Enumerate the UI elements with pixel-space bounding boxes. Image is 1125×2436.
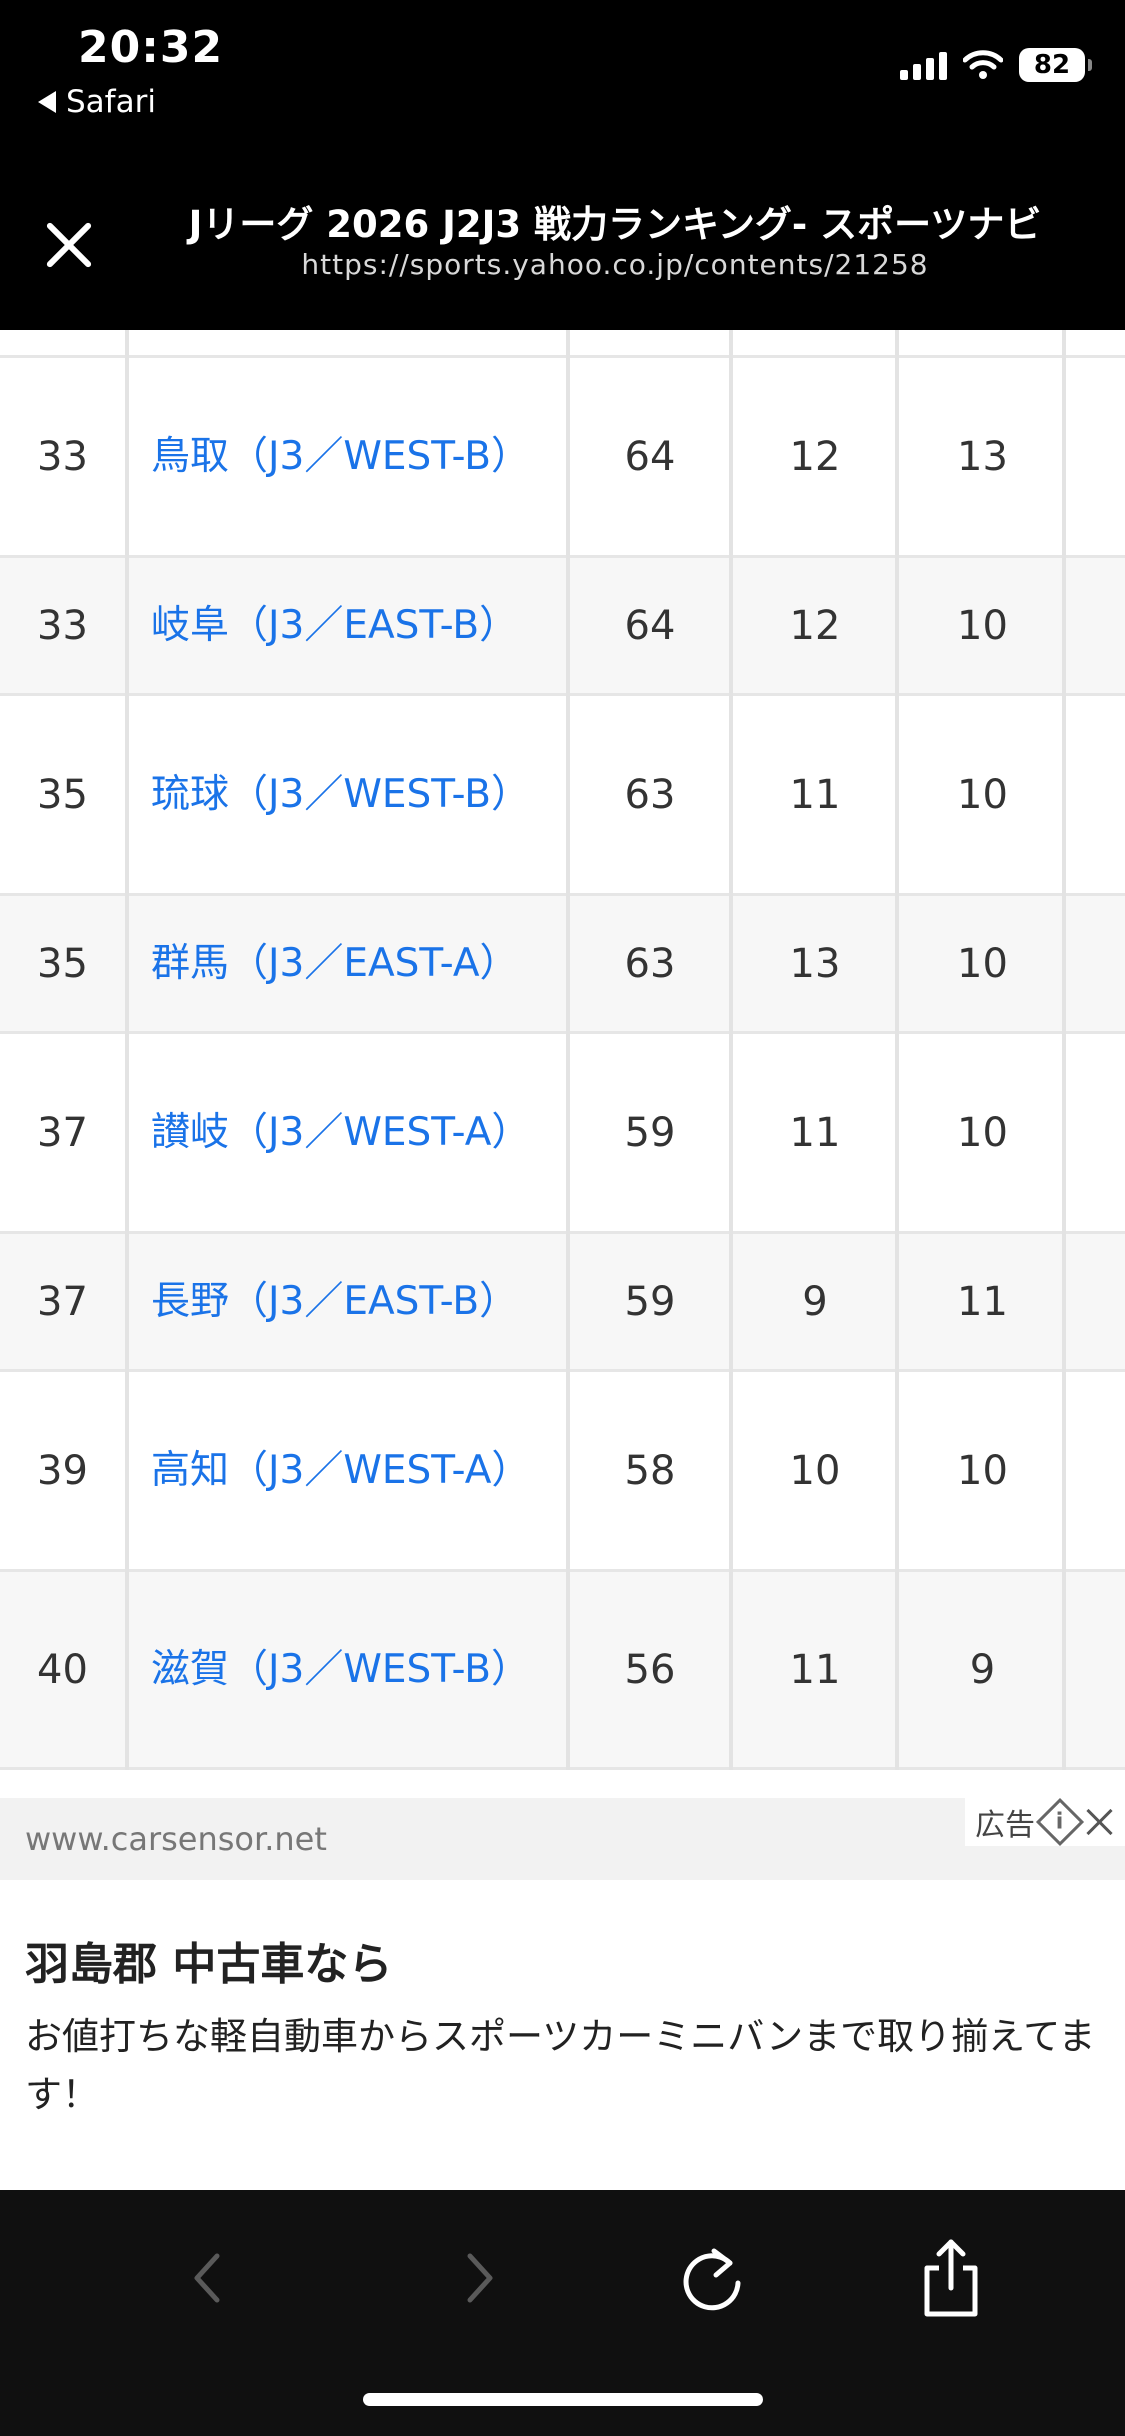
table-row: 35 琉球（J3／WEST-B） 63 11 10 bbox=[0, 696, 1125, 896]
rank-cell: 33 bbox=[37, 433, 88, 480]
value-cell: 12 bbox=[789, 433, 841, 480]
rank-cell: 37 bbox=[37, 1109, 88, 1156]
rank-cell: 35 bbox=[37, 940, 88, 987]
page-title: Jリーグ 2026 J2J3 戦力ランキング- スポーツナビ bbox=[188, 203, 1042, 246]
forward-button[interactable] bbox=[435, 2238, 525, 2318]
ad-close-icon[interactable] bbox=[1085, 1807, 1115, 1837]
value-cell: 11 bbox=[789, 1109, 841, 1156]
team-link[interactable]: 群馬（J3／EAST-A） bbox=[151, 896, 531, 1031]
wifi-icon bbox=[963, 50, 1003, 79]
table-row: 40 滋賀（J3／WEST-B） 56 11 9 bbox=[0, 1572, 1125, 1770]
reload-button[interactable] bbox=[668, 2238, 758, 2318]
back-button[interactable] bbox=[162, 2238, 252, 2318]
table-row: 35 群馬（J3／EAST-A） 63 13 10 bbox=[0, 896, 1125, 1034]
value-cell: 13 bbox=[957, 433, 1008, 480]
team-link[interactable]: 高知（J3／WEST-A） bbox=[151, 1372, 531, 1569]
rank-cell: 37 bbox=[37, 1278, 88, 1325]
page-url: https://sports.yahoo.co.jp/contents/2125… bbox=[301, 248, 929, 281]
column-divider bbox=[125, 330, 129, 1770]
value-cell: 11 bbox=[957, 1278, 1008, 1325]
ad-top-strip: www.carsensor.net 広告 i bbox=[0, 1797, 1125, 1880]
reload-icon bbox=[683, 2248, 741, 2311]
ad-domain: www.carsensor.net bbox=[25, 1820, 327, 1858]
back-app-label: Safari bbox=[66, 84, 156, 120]
ad-banner[interactable]: www.carsensor.net 広告 i 羽島郡 中古車なら お値打ちな軽自… bbox=[0, 1797, 1125, 2188]
table-row: 33 鳥取（J3／WEST-B） 64 12 13 bbox=[0, 358, 1125, 558]
value-cell: 11 bbox=[789, 1646, 841, 1693]
value-cell: 64 bbox=[624, 433, 676, 480]
value-cell: 9 bbox=[969, 1646, 996, 1693]
status-icons: 82 bbox=[900, 48, 1092, 82]
value-cell: 10 bbox=[957, 1109, 1008, 1156]
value-cell: 10 bbox=[957, 940, 1008, 987]
column-divider bbox=[895, 330, 899, 1770]
top-bar: 20:32 Safari 82 Jリーグ 2026 J2J3 戦力ランキング- … bbox=[0, 0, 1125, 330]
chevron-right-icon bbox=[467, 2253, 493, 2303]
value-cell: 10 bbox=[789, 1447, 841, 1494]
ad-info-icon[interactable]: i bbox=[1035, 1797, 1085, 1847]
value-cell: 10 bbox=[957, 1447, 1008, 1494]
table-row-partial bbox=[0, 330, 1125, 358]
cellular-signal-icon bbox=[900, 50, 947, 80]
share-button[interactable] bbox=[906, 2238, 996, 2318]
column-divider bbox=[566, 330, 570, 1770]
rank-cell: 35 bbox=[37, 771, 88, 818]
table-row: 33 岐阜（J3／EAST-B） 64 12 10 bbox=[0, 558, 1125, 696]
chevron-left-icon bbox=[194, 2253, 220, 2303]
value-cell: 9 bbox=[802, 1278, 828, 1325]
ad-headline[interactable]: 羽島郡 中古車なら bbox=[25, 1928, 392, 1992]
column-divider bbox=[729, 330, 733, 1770]
ranking-table: 33 鳥取（J3／WEST-B） 64 12 13 33 岐阜（J3／EAST-… bbox=[0, 330, 1125, 1770]
table-row: 37 長野（J3／EAST-B） 59 9 11 bbox=[0, 1234, 1125, 1372]
value-cell: 13 bbox=[789, 940, 841, 987]
value-cell: 63 bbox=[624, 771, 676, 818]
value-cell: 56 bbox=[624, 1646, 676, 1693]
back-to-app-button[interactable]: Safari bbox=[38, 84, 156, 120]
rank-cell: 33 bbox=[37, 602, 88, 649]
team-link[interactable]: 讃岐（J3／WEST-A） bbox=[151, 1034, 531, 1231]
value-cell: 10 bbox=[957, 602, 1008, 649]
ad-label: 広告 bbox=[975, 1808, 1035, 1843]
rank-cell: 39 bbox=[37, 1447, 88, 1494]
team-link[interactable]: 長野（J3／EAST-B） bbox=[151, 1234, 531, 1369]
share-icon bbox=[924, 2239, 978, 2317]
value-cell: 64 bbox=[624, 602, 676, 649]
ad-body: お値打ちな軽自動車からスポーツカーミニバンまで取り揃えてます！ bbox=[25, 2015, 1096, 2116]
ad-badge: 広告 i bbox=[965, 1797, 1125, 1847]
value-cell: 59 bbox=[624, 1109, 676, 1156]
value-cell: 59 bbox=[624, 1278, 676, 1325]
table-row: 37 讃岐（J3／WEST-A） 59 11 10 bbox=[0, 1034, 1125, 1234]
value-cell: 58 bbox=[624, 1447, 676, 1494]
team-link[interactable]: 琉球（J3／WEST-B） bbox=[151, 696, 531, 893]
status-time: 20:32 bbox=[78, 22, 224, 73]
battery-icon: 82 bbox=[1019, 48, 1092, 82]
column-divider bbox=[1062, 330, 1066, 1770]
team-link[interactable]: 鳥取（J3／WEST-B） bbox=[151, 358, 531, 555]
rank-cell: 40 bbox=[37, 1646, 88, 1693]
table-row: 39 高知（J3／WEST-A） 58 10 10 bbox=[0, 1372, 1125, 1572]
team-link[interactable]: 滋賀（J3／WEST-B） bbox=[151, 1572, 531, 1767]
home-indicator[interactable] bbox=[363, 2393, 763, 2406]
team-link[interactable]: 岐阜（J3／EAST-B） bbox=[151, 558, 531, 693]
value-cell: 12 bbox=[789, 602, 841, 649]
value-cell: 10 bbox=[957, 771, 1008, 818]
value-cell: 11 bbox=[789, 771, 841, 818]
back-triangle-icon bbox=[38, 91, 56, 113]
value-cell: 63 bbox=[624, 940, 676, 987]
close-icon[interactable] bbox=[40, 215, 100, 275]
